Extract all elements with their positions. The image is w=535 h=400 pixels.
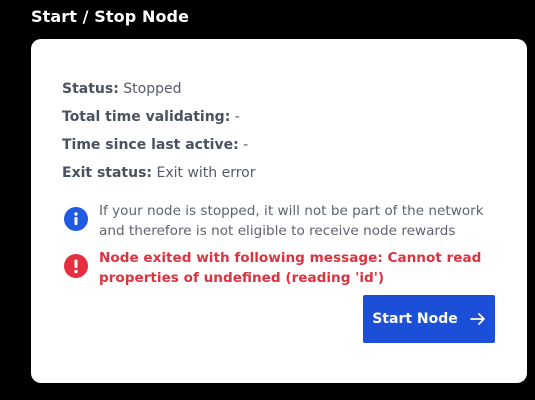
exit-status-row: Exit status: Exit with error	[62, 165, 256, 181]
total-time-label: Total time validating:	[62, 109, 231, 125]
since-active-value: -	[243, 137, 249, 153]
total-time-row: Total time validating: -	[62, 109, 240, 125]
error-icon	[64, 254, 88, 278]
start-node-label: Start Node	[372, 311, 458, 327]
since-active-row: Time since last active: -	[62, 137, 248, 153]
exit-status-label: Exit status:	[62, 165, 153, 181]
since-active-label: Time since last active:	[62, 137, 239, 153]
node-status-card: Status: Stopped Total time validating: -…	[31, 39, 527, 383]
section-title: Start / Stop Node	[31, 7, 190, 26]
error-notice: Node exited with following message: Cann…	[64, 248, 504, 288]
status-row: Status: Stopped	[62, 81, 182, 97]
info-notice: If your node is stopped, it will not be …	[64, 201, 504, 241]
exit-status-value: Exit with error	[156, 165, 256, 181]
status-label: Status:	[62, 81, 119, 97]
total-time-value: -	[234, 109, 240, 125]
info-icon	[64, 207, 88, 231]
info-notice-text: If your node is stopped, it will not be …	[99, 203, 484, 239]
error-notice-text: Node exited with following message: Cann…	[99, 250, 482, 286]
arrow-right-icon	[469, 312, 486, 326]
status-value: Stopped	[123, 81, 182, 97]
start-node-button[interactable]: Start Node	[363, 295, 495, 343]
